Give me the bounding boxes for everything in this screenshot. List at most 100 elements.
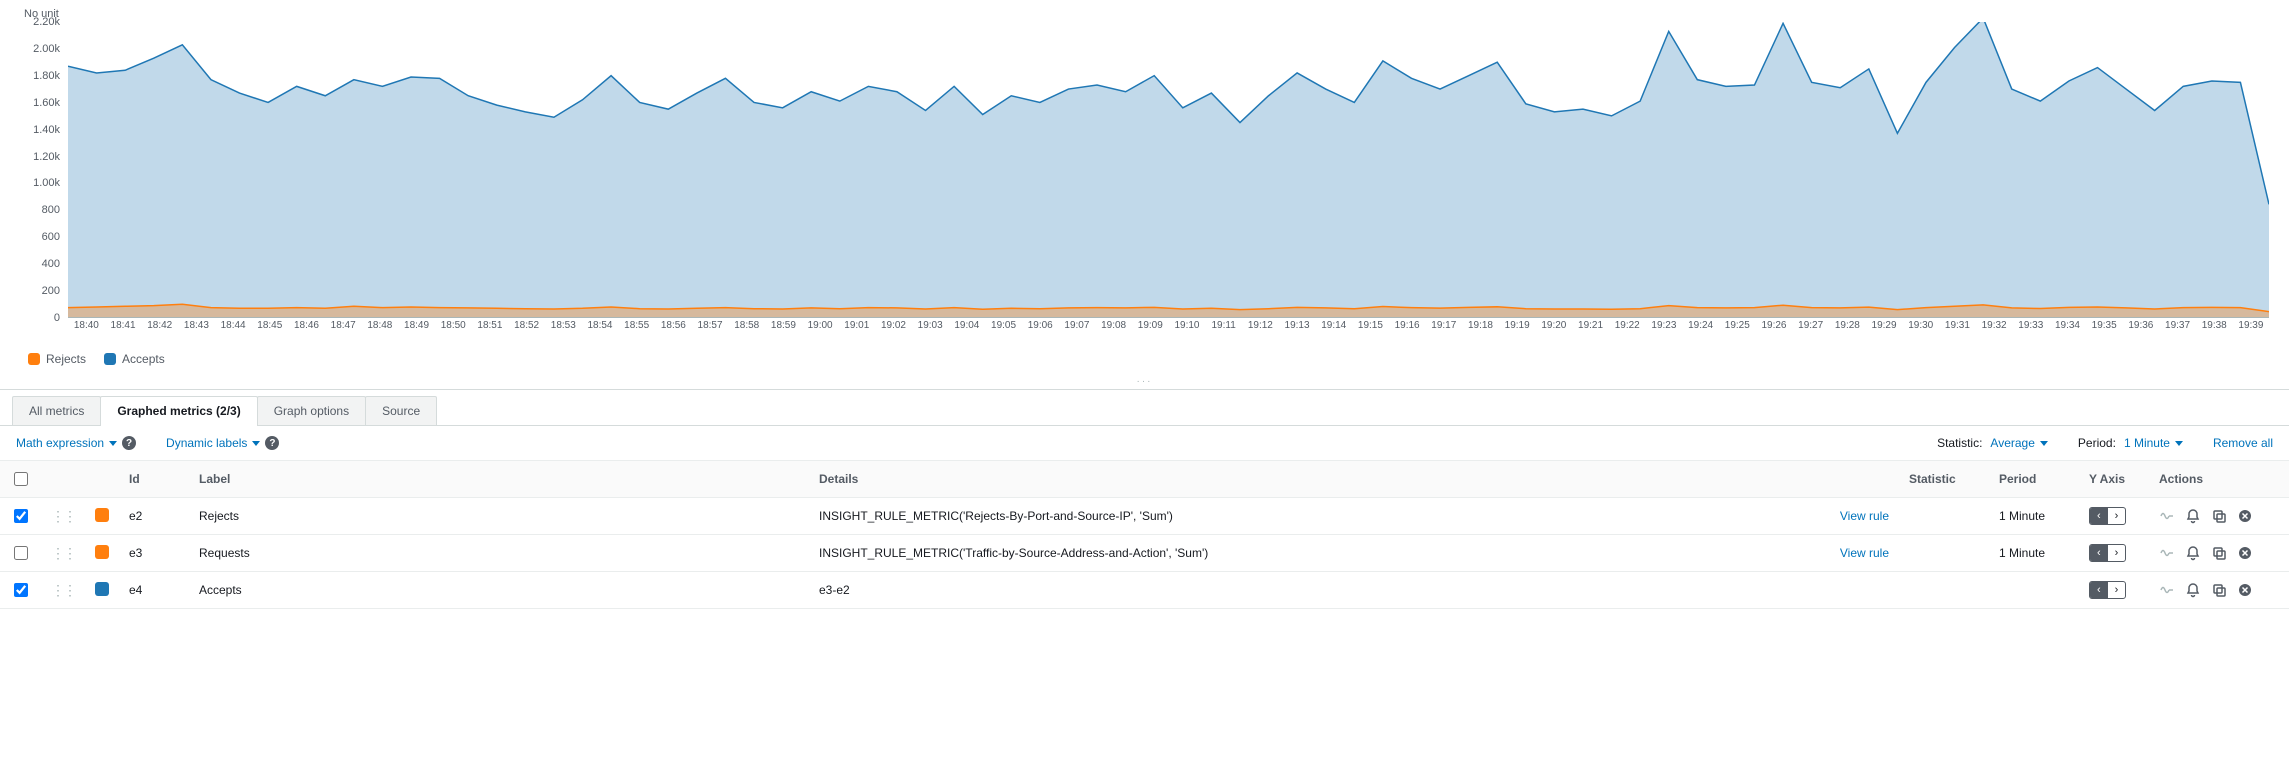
remove-icon[interactable] <box>2237 508 2253 524</box>
row-checkbox[interactable] <box>14 583 28 597</box>
duplicate-icon[interactable] <box>2159 545 2175 561</box>
x-tick: 19:31 <box>1939 318 1976 342</box>
tab-graphed-metrics[interactable]: Graphed metrics (2/3) <box>100 396 257 425</box>
x-tick: 19:15 <box>1352 318 1389 342</box>
x-tick: 19:37 <box>2159 318 2196 342</box>
x-tick: 18:57 <box>692 318 729 342</box>
x-tick: 19:34 <box>2049 318 2086 342</box>
x-tick: 19:32 <box>1976 318 2013 342</box>
yaxis-right-button[interactable]: › <box>2108 508 2126 524</box>
series-color-swatch[interactable] <box>95 582 109 596</box>
help-icon[interactable]: ? <box>122 436 136 450</box>
y-tick: 1.60k <box>10 97 60 109</box>
legend-item[interactable]: Accepts <box>104 352 165 366</box>
row-actions <box>2159 508 2279 524</box>
alarm-bell-icon[interactable] <box>2185 508 2201 524</box>
drag-handle-icon[interactable]: ⋮⋮ <box>51 545 75 561</box>
row-statistic <box>1899 572 1989 609</box>
x-tick: 19:01 <box>838 318 875 342</box>
plot-area[interactable] <box>68 22 2269 318</box>
copy-icon[interactable] <box>2211 545 2227 561</box>
x-tick: 18:50 <box>435 318 472 342</box>
x-tick: 19:07 <box>1059 318 1096 342</box>
view-rule-link[interactable]: View rule <box>1840 509 1889 523</box>
legend-item[interactable]: Rejects <box>28 352 86 366</box>
yaxis-left-button[interactable]: ‹ <box>2090 582 2108 598</box>
dynamic-labels-label: Dynamic labels <box>166 436 247 450</box>
table-row: ⋮⋮e4Acceptse3-e2‹› <box>0 572 2289 609</box>
y-tick: 2.20k <box>10 16 60 28</box>
series-color-swatch[interactable] <box>95 545 109 559</box>
x-tick: 19:11 <box>1205 318 1242 342</box>
help-icon[interactable]: ? <box>265 436 279 450</box>
col-header-details: Details <box>809 461 1899 498</box>
dynamic-labels-dropdown[interactable]: Dynamic labels ? <box>166 436 279 450</box>
col-header-period: Period <box>1989 461 2079 498</box>
statistic-dropdown[interactable]: Average <box>1990 436 2047 450</box>
row-statistic <box>1899 535 1989 572</box>
x-tick: 19:28 <box>1829 318 1866 342</box>
x-tick: 19:39 <box>2233 318 2270 342</box>
row-checkbox[interactable] <box>14 509 28 523</box>
row-label[interactable]: Rejects <box>189 498 809 535</box>
yaxis-right-button[interactable]: › <box>2108 582 2126 598</box>
tab-all-metrics[interactable]: All metrics <box>12 396 101 425</box>
panel-resize-handle[interactable]: ··· <box>0 374 2289 389</box>
x-tick: 18:49 <box>398 318 435 342</box>
x-tick: 18:42 <box>141 318 178 342</box>
x-tick: 19:08 <box>1095 318 1132 342</box>
x-tick: 19:38 <box>2196 318 2233 342</box>
drag-handle-icon[interactable]: ⋮⋮ <box>51 508 75 524</box>
tab-graph-options[interactable]: Graph options <box>257 396 366 425</box>
yaxis-toggle[interactable]: ‹› <box>2089 544 2126 562</box>
legend-label: Accepts <box>122 352 165 366</box>
yaxis-toggle[interactable]: ‹› <box>2089 581 2126 599</box>
remove-all-link[interactable]: Remove all <box>2213 436 2273 450</box>
x-tick: 19:06 <box>1022 318 1059 342</box>
legend-label: Rejects <box>46 352 86 366</box>
duplicate-icon[interactable] <box>2159 582 2175 598</box>
yaxis-left-button[interactable]: ‹ <box>2090 545 2108 561</box>
yaxis-left-button[interactable]: ‹ <box>2090 508 2108 524</box>
yaxis-toggle[interactable]: ‹› <box>2089 507 2126 525</box>
x-tick: 19:02 <box>875 318 912 342</box>
chart-area[interactable]: 02004006008001.00k1.20k1.40k1.60k1.80k2.… <box>10 22 2279 342</box>
x-tick: 18:44 <box>215 318 252 342</box>
select-all-checkbox[interactable] <box>14 472 28 486</box>
row-checkbox[interactable] <box>14 546 28 560</box>
series-color-swatch[interactable] <box>95 508 109 522</box>
statistic-value: Average <box>1990 436 2034 450</box>
period-dropdown[interactable]: 1 Minute <box>2124 436 2183 450</box>
copy-icon[interactable] <box>2211 508 2227 524</box>
math-expression-dropdown[interactable]: Math expression ? <box>16 436 136 450</box>
period-value: 1 Minute <box>2124 436 2170 450</box>
alarm-bell-icon[interactable] <box>2185 582 2201 598</box>
x-tick: 18:48 <box>362 318 399 342</box>
x-tick: 19:13 <box>1279 318 1316 342</box>
yaxis-right-button[interactable]: › <box>2108 545 2126 561</box>
legend-swatch-icon <box>104 353 116 365</box>
row-label[interactable]: Requests <box>189 535 809 572</box>
remove-icon[interactable] <box>2237 545 2253 561</box>
alarm-bell-icon[interactable] <box>2185 545 2201 561</box>
drag-handle-icon[interactable]: ⋮⋮ <box>51 582 75 598</box>
row-period: 1 Minute <box>1989 535 2079 572</box>
view-rule-link[interactable]: View rule <box>1840 546 1889 560</box>
tab-source[interactable]: Source <box>365 396 437 425</box>
chart-panel: No unit 02004006008001.00k1.20k1.40k1.60… <box>0 0 2289 374</box>
row-id: e2 <box>119 498 189 535</box>
row-label[interactable]: Accepts <box>189 572 809 609</box>
x-tick: 18:45 <box>251 318 288 342</box>
remove-icon[interactable] <box>2237 582 2253 598</box>
chevron-down-icon <box>252 441 260 446</box>
table-row: ⋮⋮e2RejectsINSIGHT_RULE_METRIC('Rejects-… <box>0 498 2289 535</box>
x-tick: 19:05 <box>985 318 1022 342</box>
col-header-label: Label <box>189 461 809 498</box>
copy-icon[interactable] <box>2211 582 2227 598</box>
row-details: e3-e2 <box>809 572 1899 609</box>
y-tick: 2.00k <box>10 43 60 55</box>
x-tick: 19:26 <box>1756 318 1793 342</box>
chart-unit-label: No unit <box>24 8 2279 20</box>
period-label: Period: <box>2078 436 2116 450</box>
duplicate-icon[interactable] <box>2159 508 2175 524</box>
